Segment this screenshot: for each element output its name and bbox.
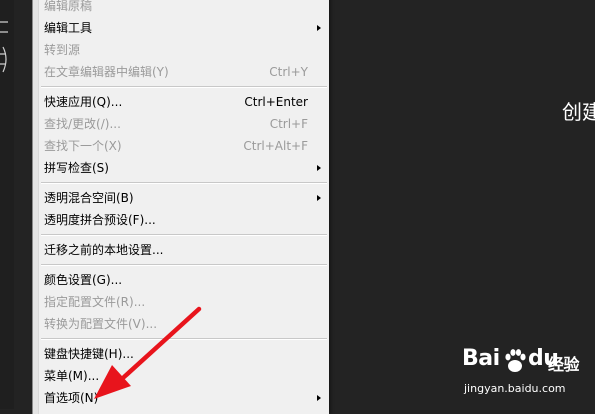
baidu-jingyan-watermark: Bai du 经验 jingyan.baidu.com xyxy=(462,342,590,406)
baidu-logo: Bai du 经验 xyxy=(462,342,590,382)
watermark-url: jingyan.baidu.com xyxy=(464,382,566,395)
logo-text-jingyan: 经验 xyxy=(548,355,580,374)
paw-icon xyxy=(505,349,526,372)
logo-text-bai: Bai xyxy=(462,346,500,371)
